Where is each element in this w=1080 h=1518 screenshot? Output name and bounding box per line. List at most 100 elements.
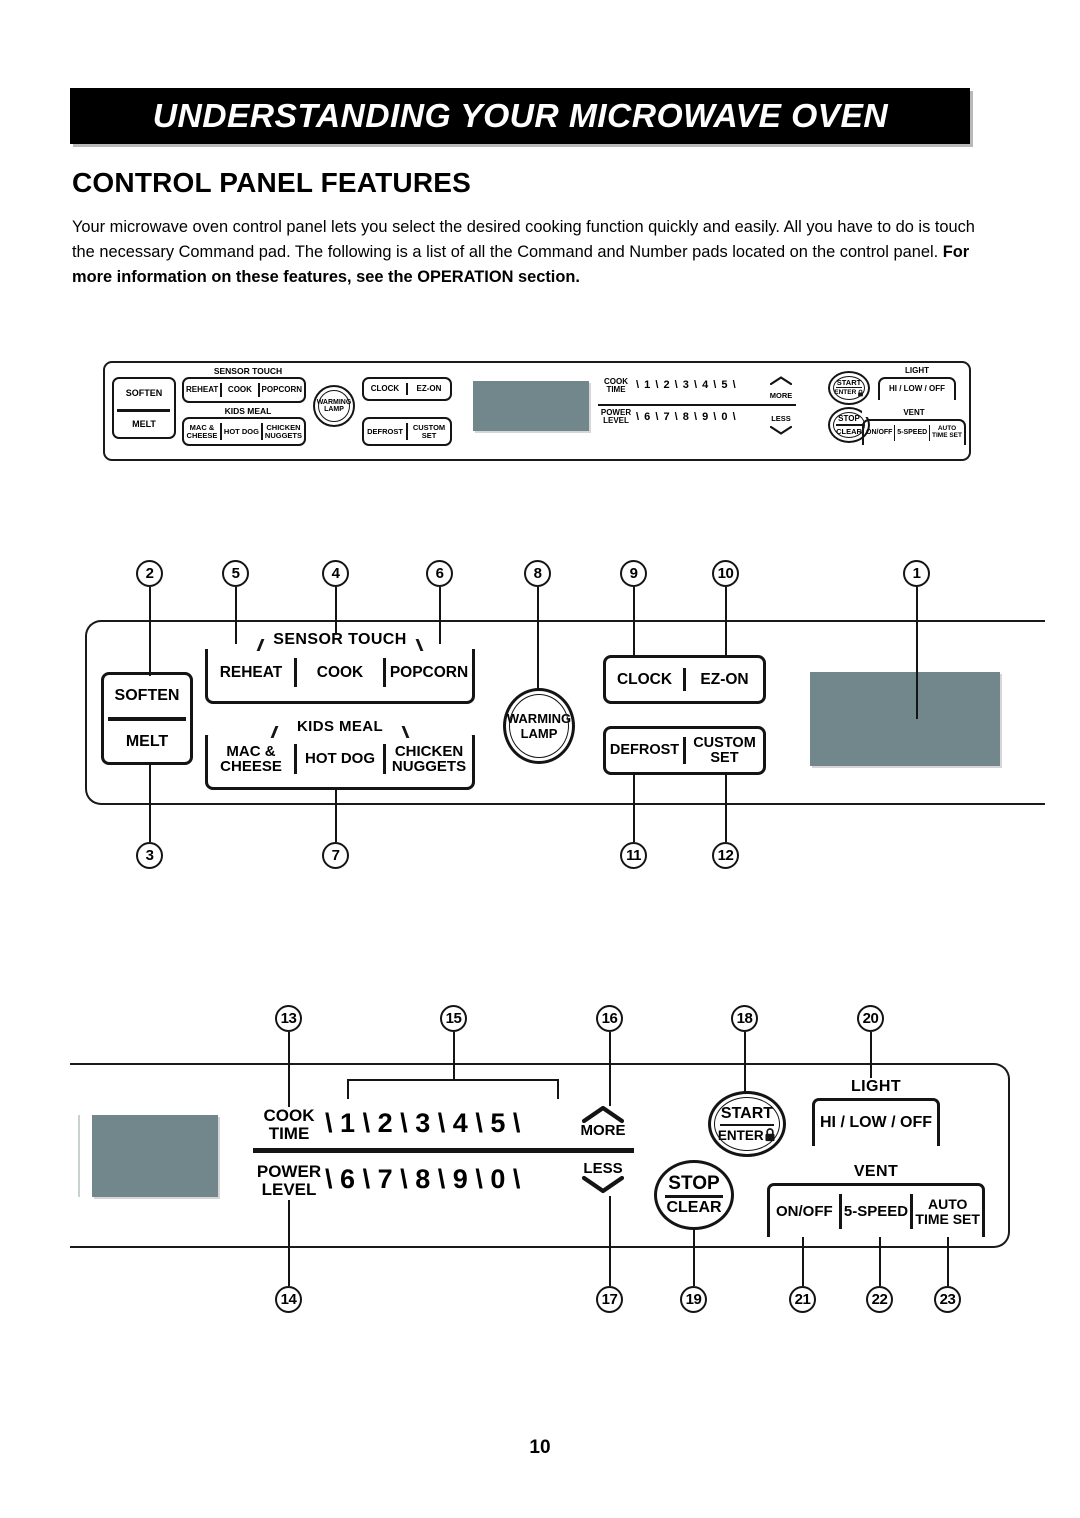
- section-title: CONTROL PANEL FEATURES: [72, 167, 472, 198]
- callout-23: 23: [934, 1286, 961, 1313]
- callout-18: 18: [731, 1005, 758, 1032]
- display-screen-bottom: [92, 1115, 218, 1197]
- digit-separator: \: [512, 1108, 521, 1138]
- overview-clock-key[interactable]: CLOCK: [364, 384, 406, 393]
- digit-key-6[interactable]: 6: [340, 1164, 355, 1194]
- overview-cook-key[interactable]: COOK: [222, 385, 257, 394]
- power-label: POWER: [256, 1162, 322, 1181]
- digit-separator: \: [713, 411, 718, 423]
- soften-key[interactable]: SOFTEN: [115, 687, 180, 705]
- digit-key-1[interactable]: 1: [340, 1108, 355, 1138]
- overview-digit-key[interactable]: 4: [702, 379, 709, 391]
- digits-row-1: \ 1 \ 2 \ 3 \ 4 \ 5 \: [325, 1108, 520, 1139]
- overview-less-button[interactable]: LESS: [766, 408, 796, 435]
- vent-auto-time-set-key[interactable]: AUTO TIME SET: [913, 1197, 982, 1226]
- popcorn-key[interactable]: POPCORN: [386, 664, 472, 681]
- overview-vent-onoff-key[interactable]: ON/OFF: [864, 429, 894, 436]
- more-button[interactable]: MORE: [572, 1105, 634, 1139]
- overview-digit-key[interactable]: 5: [721, 379, 728, 391]
- overview-light-key[interactable]: HI / LOW / OFF: [880, 385, 954, 393]
- overview-digit-key[interactable]: 7: [663, 411, 670, 423]
- callout-leader-7: [335, 788, 337, 842]
- overview-melt-key[interactable]: MELT: [114, 420, 174, 429]
- overview-vent-auto-key[interactable]: AUTO TIME SET: [930, 426, 964, 439]
- power-level-label: POWER LEVEL: [253, 1163, 325, 1198]
- overview-defrost-key[interactable]: DEFROST: [364, 428, 406, 436]
- digit-separator: \: [400, 1164, 408, 1194]
- overview-soften-melt-group: SOFTEN MELT: [112, 377, 176, 439]
- overview-reheat-key[interactable]: REHEAT: [184, 385, 220, 394]
- less-label: LESS: [583, 1160, 623, 1177]
- overview-display-screen: [473, 381, 589, 431]
- digit-key-5[interactable]: 5: [490, 1108, 505, 1138]
- digit-key-9[interactable]: 9: [453, 1164, 468, 1194]
- overview-vent-auto-line2: TIME SET: [932, 432, 962, 439]
- vent-5speed-key[interactable]: 5-SPEED: [842, 1204, 911, 1220]
- digit-key-7[interactable]: 7: [378, 1164, 393, 1194]
- overview-digit-key[interactable]: 3: [683, 379, 690, 391]
- callout-leader-1: [916, 587, 918, 719]
- start-enter-button[interactable]: START ENTER: [708, 1091, 786, 1157]
- overview-ezon-key[interactable]: EZ-ON: [408, 384, 450, 393]
- callout-9: 9: [620, 560, 647, 587]
- ezon-key[interactable]: EZ-ON: [686, 671, 763, 688]
- overview-hot-dog-key[interactable]: HOT DOG: [222, 428, 261, 436]
- callout-leader-20: [870, 1032, 872, 1078]
- digit-key-2[interactable]: 2: [378, 1108, 393, 1138]
- cook-key[interactable]: COOK: [297, 664, 383, 681]
- overview-warming-lamp-button[interactable]: WARMING LAMP: [313, 385, 355, 427]
- overview-digit-key[interactable]: 2: [663, 379, 670, 391]
- clock-ezon-group: CLOCK EZ-ON: [603, 655, 766, 704]
- overview-popcorn-key[interactable]: POPCORN: [260, 385, 304, 394]
- overview-chicken-nuggets-key[interactable]: CHICKEN NUGGETS: [263, 424, 304, 439]
- reheat-key[interactable]: REHEAT: [208, 664, 294, 681]
- overview-mac-cheese-line2: CHEESE: [186, 430, 218, 440]
- overview-digit-key[interactable]: 9: [702, 411, 709, 423]
- overview-kids-meal-caption: KIDS MEAL: [186, 406, 310, 416]
- overview-defrost-customset-group: DEFROST CUSTOM SET: [362, 417, 452, 446]
- digit-key-4[interactable]: 4: [453, 1108, 468, 1138]
- overview-more-button[interactable]: MORE: [766, 376, 796, 403]
- overview-custom-set-key[interactable]: CUSTOM SET: [408, 424, 450, 439]
- vent-auto-line2: TIME SET: [915, 1210, 980, 1227]
- callout-leader-2: [149, 587, 151, 676]
- digit-separator: \: [693, 411, 698, 423]
- light-hi-low-off-key[interactable]: HI / LOW / OFF: [815, 1115, 937, 1132]
- digit-separator: \: [655, 411, 660, 423]
- stop-clear-rule: [665, 1195, 723, 1198]
- digit-separator: \: [732, 379, 737, 391]
- keypad-divider: [253, 1148, 634, 1153]
- overview-vent-speed-key[interactable]: 5-SPEED: [895, 429, 929, 436]
- digit-separator: \: [512, 1164, 521, 1194]
- mac-cheese-key[interactable]: MAC & CHEESE: [208, 744, 294, 775]
- warming-lamp-button[interactable]: WARMING LAMP: [503, 688, 575, 764]
- chicken-nuggets-key[interactable]: CHICKEN NUGGETS: [386, 744, 472, 775]
- less-button[interactable]: LESS: [572, 1160, 634, 1194]
- callout-11: 11: [620, 842, 647, 869]
- kids-meal-group: MAC & CHEESE HOT DOG CHICKEN NUGGETS: [205, 728, 475, 790]
- custom-set-key[interactable]: CUSTOM SET: [686, 735, 763, 766]
- overview-digit-key[interactable]: 6: [644, 411, 651, 423]
- callout-16: 16: [596, 1005, 623, 1032]
- clock-key[interactable]: CLOCK: [606, 671, 683, 688]
- overview-digit-key[interactable]: 1: [644, 379, 651, 391]
- digit-key-0[interactable]: 0: [490, 1164, 505, 1194]
- callout-leader-15: [453, 1032, 455, 1079]
- overview-mac-cheese-key[interactable]: MAC & CHEESE: [184, 424, 220, 439]
- overview-start-enter-button[interactable]: START ENTER: [828, 371, 870, 405]
- callout-leader-21: [802, 1237, 804, 1286]
- overview-light-caption: LIGHT: [878, 366, 956, 375]
- overview-digit-key[interactable]: 0: [721, 411, 728, 423]
- digit-separator: \: [636, 379, 641, 391]
- overview-digit-key[interactable]: 8: [683, 411, 690, 423]
- melt-key[interactable]: MELT: [126, 733, 168, 751]
- callout-17: 17: [596, 1286, 623, 1313]
- hot-dog-key[interactable]: HOT DOG: [297, 751, 383, 767]
- vent-onoff-key[interactable]: ON/OFF: [770, 1204, 839, 1220]
- overview-digits-row-1: \ 1 \ 2 \ 3 \ 4 \ 5 \: [636, 379, 737, 391]
- digit-key-8[interactable]: 8: [415, 1164, 430, 1194]
- overview-soften-key[interactable]: SOFTEN: [114, 389, 174, 398]
- digit-key-3[interactable]: 3: [415, 1108, 430, 1138]
- stop-clear-button[interactable]: STOP CLEAR: [654, 1160, 734, 1230]
- defrost-key[interactable]: DEFROST: [606, 743, 683, 758]
